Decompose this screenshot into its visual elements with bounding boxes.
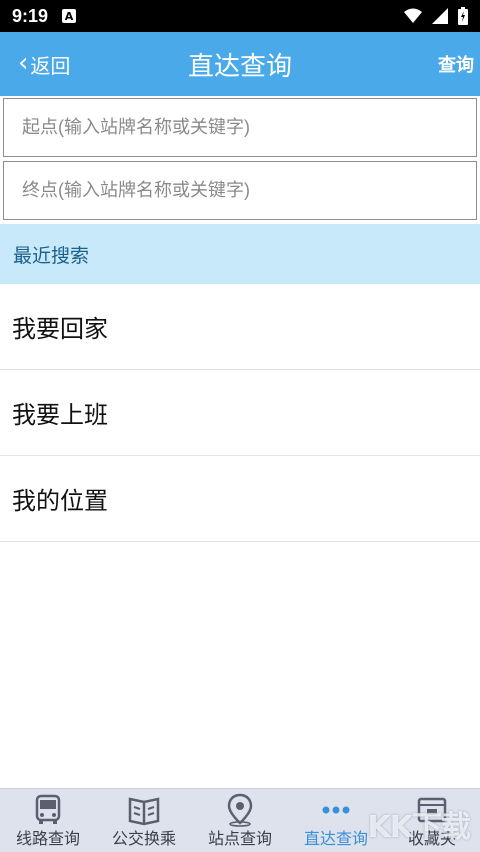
- end-field[interactable]: [3, 161, 477, 220]
- recent-item-home[interactable]: 我要回家: [0, 284, 480, 370]
- bus-icon: [35, 794, 61, 824]
- location-pin-icon: [227, 793, 253, 827]
- notification-icon: A: [62, 9, 77, 23]
- tab-label: 站点查询: [207, 829, 272, 848]
- status-time: 9:19: [12, 5, 49, 26]
- start-field[interactable]: [3, 98, 477, 157]
- signal-icon: [432, 8, 448, 24]
- tab-transfer[interactable]: 公交换乘: [96, 789, 192, 852]
- tab-label: 收藏夹: [407, 829, 456, 848]
- tab-line-query[interactable]: 线路查询: [0, 789, 96, 852]
- recent-search-header: 最近搜索: [0, 224, 480, 284]
- page-title: 直达查询: [187, 51, 292, 82]
- tab-label: 线路查询: [15, 829, 80, 848]
- folder-icon: [417, 797, 447, 823]
- tab-station-query[interactable]: 站点查询: [192, 789, 288, 852]
- tab-favorites[interactable]: 收藏夹: [384, 789, 480, 852]
- dots-icon: [322, 806, 350, 814]
- recent-search-list: 我要回家 我要上班 我的位置: [0, 284, 480, 542]
- recent-item-location[interactable]: 我的位置: [0, 456, 480, 542]
- recent-item-work[interactable]: 我要上班: [0, 370, 480, 456]
- tab-label: 公交换乘: [111, 829, 176, 848]
- query-button[interactable]: 查询: [438, 32, 474, 96]
- bottom-tab-bar: 线路查询 公交换乘 站点查询 直达查询 收藏夹 KK下载: [0, 788, 480, 852]
- map-book-icon: [128, 797, 160, 826]
- battery-icon: [458, 7, 468, 25]
- tab-direct-query[interactable]: 直达查询: [288, 789, 384, 852]
- tab-label: 直达查询: [303, 829, 368, 848]
- wifi-icon: [404, 8, 422, 23]
- title-bar: ‹ 返回 直达查询 查询: [0, 32, 480, 96]
- status-bar: 9:19 A: [0, 0, 480, 32]
- status-icons: [404, 7, 468, 25]
